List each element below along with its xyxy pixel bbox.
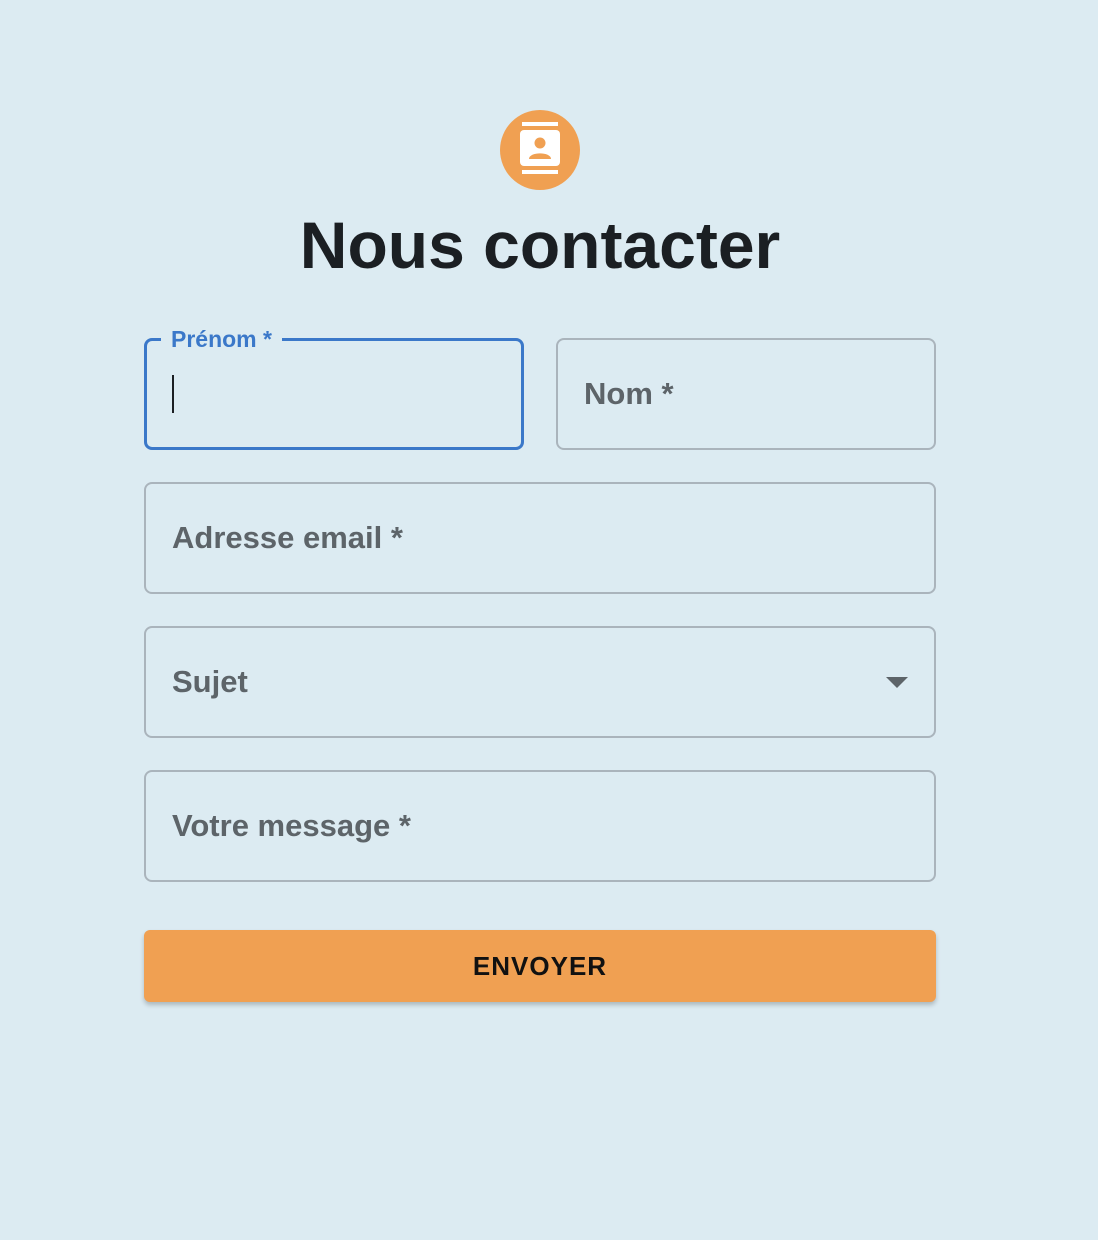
- contact-card-icon: [518, 121, 562, 179]
- message-field[interactable]: Votre message *: [144, 770, 936, 882]
- first-name-field[interactable]: Prénom *: [144, 324, 524, 450]
- subject-label: Sujet: [172, 664, 248, 699]
- chevron-down-icon[interactable]: [886, 677, 908, 688]
- message-label: Votre message *: [172, 808, 411, 843]
- contact-avatar: [500, 110, 580, 190]
- email-label: Adresse email *: [172, 520, 403, 555]
- email-field[interactable]: Adresse email *: [144, 482, 936, 594]
- submit-button[interactable]: ENVOYER: [144, 930, 936, 1002]
- text-cursor: [172, 375, 174, 413]
- last-name-field[interactable]: Nom *: [556, 338, 936, 450]
- page-title: Nous contacter: [299, 208, 781, 282]
- last-name-label: Nom *: [584, 376, 674, 411]
- subject-select[interactable]: Sujet: [144, 626, 936, 738]
- first-name-label: Prénom *: [161, 324, 282, 354]
